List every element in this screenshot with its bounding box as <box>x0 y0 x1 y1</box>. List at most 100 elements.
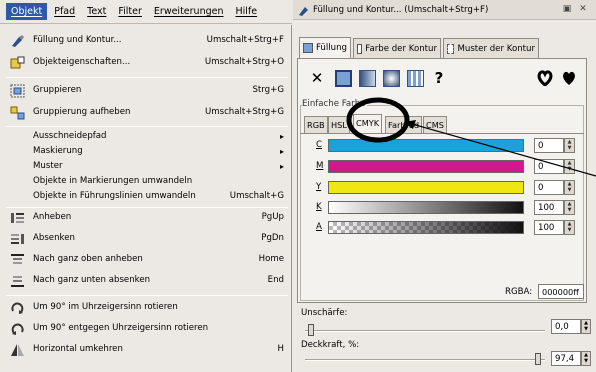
black-slider[interactable] <box>328 201 524 214</box>
flip-horizontal-icon <box>11 344 24 356</box>
lower-icon <box>11 234 24 244</box>
fill-page: ✕ ? Einfache Farbe RGB HSL CMYK Farbrad … <box>297 58 587 303</box>
yellow-value[interactable]: 0 <box>534 180 564 195</box>
separator <box>6 77 288 78</box>
stroke-swatch-icon <box>357 43 363 54</box>
blur-slider-track[interactable] <box>305 330 545 332</box>
blur-slider-handle[interactable] <box>308 324 314 336</box>
channel-k-label: K <box>316 202 322 212</box>
object-menu: Füllung und Kontur... Umschalt+Strg+F Ob… <box>0 25 292 372</box>
close-icon[interactable]: ✕ <box>577 4 589 16</box>
opacity-label: Deckkraft, %: <box>301 340 360 350</box>
channel-a-label: A <box>316 222 322 232</box>
fill-swatch-icon <box>303 43 313 53</box>
menu-item-objects-to-guides[interactable]: Objekte in Führungslinien umwandeln Umsc… <box>0 189 292 204</box>
submenu-arrow-icon: ▸ <box>279 147 284 156</box>
group-icon <box>10 84 25 98</box>
fill-rule-evenodd-icon[interactable] <box>534 67 556 89</box>
nonzero-shape <box>563 71 575 85</box>
alpha-spin-icon[interactable]: ▲ ▼ <box>564 220 575 235</box>
pattern-icon <box>406 69 424 87</box>
linear-gradient-button[interactable] <box>356 67 378 89</box>
opacity-slider-handle[interactable] <box>535 353 541 365</box>
rgba-label: RGBA: <box>505 287 533 297</box>
black-spin-icon[interactable]: ▲ ▼ <box>564 200 575 215</box>
channel-c-label: C <box>316 140 323 150</box>
opacity-slider-track[interactable] <box>305 359 545 361</box>
minimize-icon[interactable]: ▣ <box>561 4 573 16</box>
dialog-title: Füllung und Kontur... (Umschalt+Strg+F) <box>313 5 489 15</box>
menu-item-raise-to-top[interactable]: Nach ganz oben anheben Home <box>0 250 292 270</box>
opacity-value[interactable]: 97,4 <box>551 351 581 366</box>
fill-stroke-icon <box>299 7 308 16</box>
flat-color-legend: Einfache Farbe <box>302 99 368 109</box>
tab-fill[interactable]: Füllung <box>299 37 351 58</box>
channel-m-label: M <box>316 161 324 171</box>
tab-cmyk[interactable]: CMYK <box>353 114 383 133</box>
menubar: Objekt Pfad Text Filter Erweiterungen Hi… <box>0 0 292 24</box>
menu-item-fill-stroke[interactable]: Füllung und Kontur... Umschalt+Strg+F <box>0 31 292 51</box>
ungroup-icon <box>10 106 25 120</box>
flat-color-icon <box>334 69 352 87</box>
magenta-spin-icon[interactable]: ▲ ▼ <box>564 159 575 174</box>
tab-stroke-paint[interactable]: Farbe der Kontur <box>353 38 441 58</box>
separator <box>6 295 288 296</box>
menu-item-pattern[interactable]: Muster ▸ <box>0 159 292 174</box>
magenta-value[interactable]: 0 <box>534 159 564 174</box>
menu-filter[interactable]: Filter <box>113 3 147 20</box>
menu-hilfe[interactable]: Hilfe <box>230 3 262 20</box>
fill-stroke-icon <box>12 35 24 47</box>
menu-item-rotate-cw[interactable]: Um 90° im Uhrzeigersinn rotieren <box>0 298 292 318</box>
menu-item-objects-to-markers[interactable]: Objekte in Markierungen umwandeln <box>0 174 292 189</box>
raise-icon <box>11 213 24 223</box>
rotate-ccw-icon <box>11 323 24 335</box>
menu-item-lower[interactable]: Absenken PgDn <box>0 229 292 249</box>
alpha-value[interactable]: 100 <box>534 220 564 235</box>
blur-spin-icon[interactable]: ▲ ▼ <box>581 319 591 334</box>
submenu-arrow-icon: ▸ <box>279 132 284 141</box>
cyan-spin-icon[interactable]: ▲ ▼ <box>564 138 575 153</box>
raise-to-top-icon <box>11 254 24 264</box>
yellow-slider[interactable] <box>328 181 524 194</box>
cyan-value[interactable]: 0 <box>534 138 564 153</box>
fill-stroke-dialog: Füllung und Kontur... (Umschalt+Strg+F) … <box>293 0 596 372</box>
cyan-slider[interactable] <box>328 139 524 152</box>
tab-stroke-style[interactable]: Muster der Kontur <box>443 38 539 58</box>
menu-item-ungroup[interactable]: Gruppierung aufheben Umschalt+Strg+G <box>0 103 292 123</box>
tab-cms[interactable]: CMS <box>423 116 447 133</box>
menu-item-raise[interactable]: Anheben PgUp <box>0 208 292 228</box>
magenta-slider[interactable] <box>328 160 524 173</box>
alpha-slider[interactable] <box>328 221 524 234</box>
menu-objekt[interactable]: Objekt <box>6 3 48 20</box>
menu-item-flip-horizontal[interactable]: Horizontal umkehren H <box>0 340 292 360</box>
menu-pfad[interactable]: Pfad <box>49 3 80 20</box>
linear-gradient-icon <box>358 69 376 87</box>
menu-text[interactable]: Text <box>82 3 111 20</box>
opacity-spin-icon[interactable]: ▲ ▼ <box>581 351 591 366</box>
tab-divider <box>300 133 584 134</box>
menu-item-group[interactable]: Gruppieren Strg+G <box>0 81 292 101</box>
pattern-button[interactable] <box>404 67 426 89</box>
black-value[interactable]: 100 <box>534 200 564 215</box>
menu-item-rotate-ccw[interactable]: Um 90° entgegen Uhrzeigersinn rotieren <box>0 319 292 339</box>
menu-erweiterungen[interactable]: Erweiterungen <box>149 3 229 20</box>
menu-item-object-properties[interactable]: Objekteigenschaften... Umschalt+Strg+O <box>0 53 292 73</box>
no-paint-icon[interactable]: ✕ <box>306 67 328 89</box>
tab-rgb[interactable]: RGB <box>304 116 328 133</box>
blur-label: Unschärfe: <box>301 308 348 318</box>
flat-color-button[interactable] <box>332 67 354 89</box>
rgba-input[interactable]: 000000ff <box>538 284 584 299</box>
menu-item-lower-to-bottom[interactable]: Nach ganz unten absenken End <box>0 271 292 291</box>
tab-hsl[interactable]: HSL <box>328 116 350 133</box>
yellow-spin-icon[interactable]: ▲ ▼ <box>564 180 575 195</box>
lower-to-bottom-icon <box>11 276 24 287</box>
radial-gradient-button[interactable] <box>380 67 402 89</box>
blur-value[interactable]: 0,0 <box>551 319 581 334</box>
tab-wheel[interactable]: Farbrad <box>385 116 423 133</box>
radial-gradient-icon <box>382 69 400 87</box>
menu-item-clip[interactable]: Ausschneidepfad ▸ <box>0 129 292 144</box>
separator <box>6 126 288 127</box>
unset-paint-icon[interactable]: ? <box>428 67 450 89</box>
menu-item-mask[interactable]: Maskierung ▸ <box>0 144 292 159</box>
fill-rule-nonzero-icon[interactable] <box>558 67 580 89</box>
